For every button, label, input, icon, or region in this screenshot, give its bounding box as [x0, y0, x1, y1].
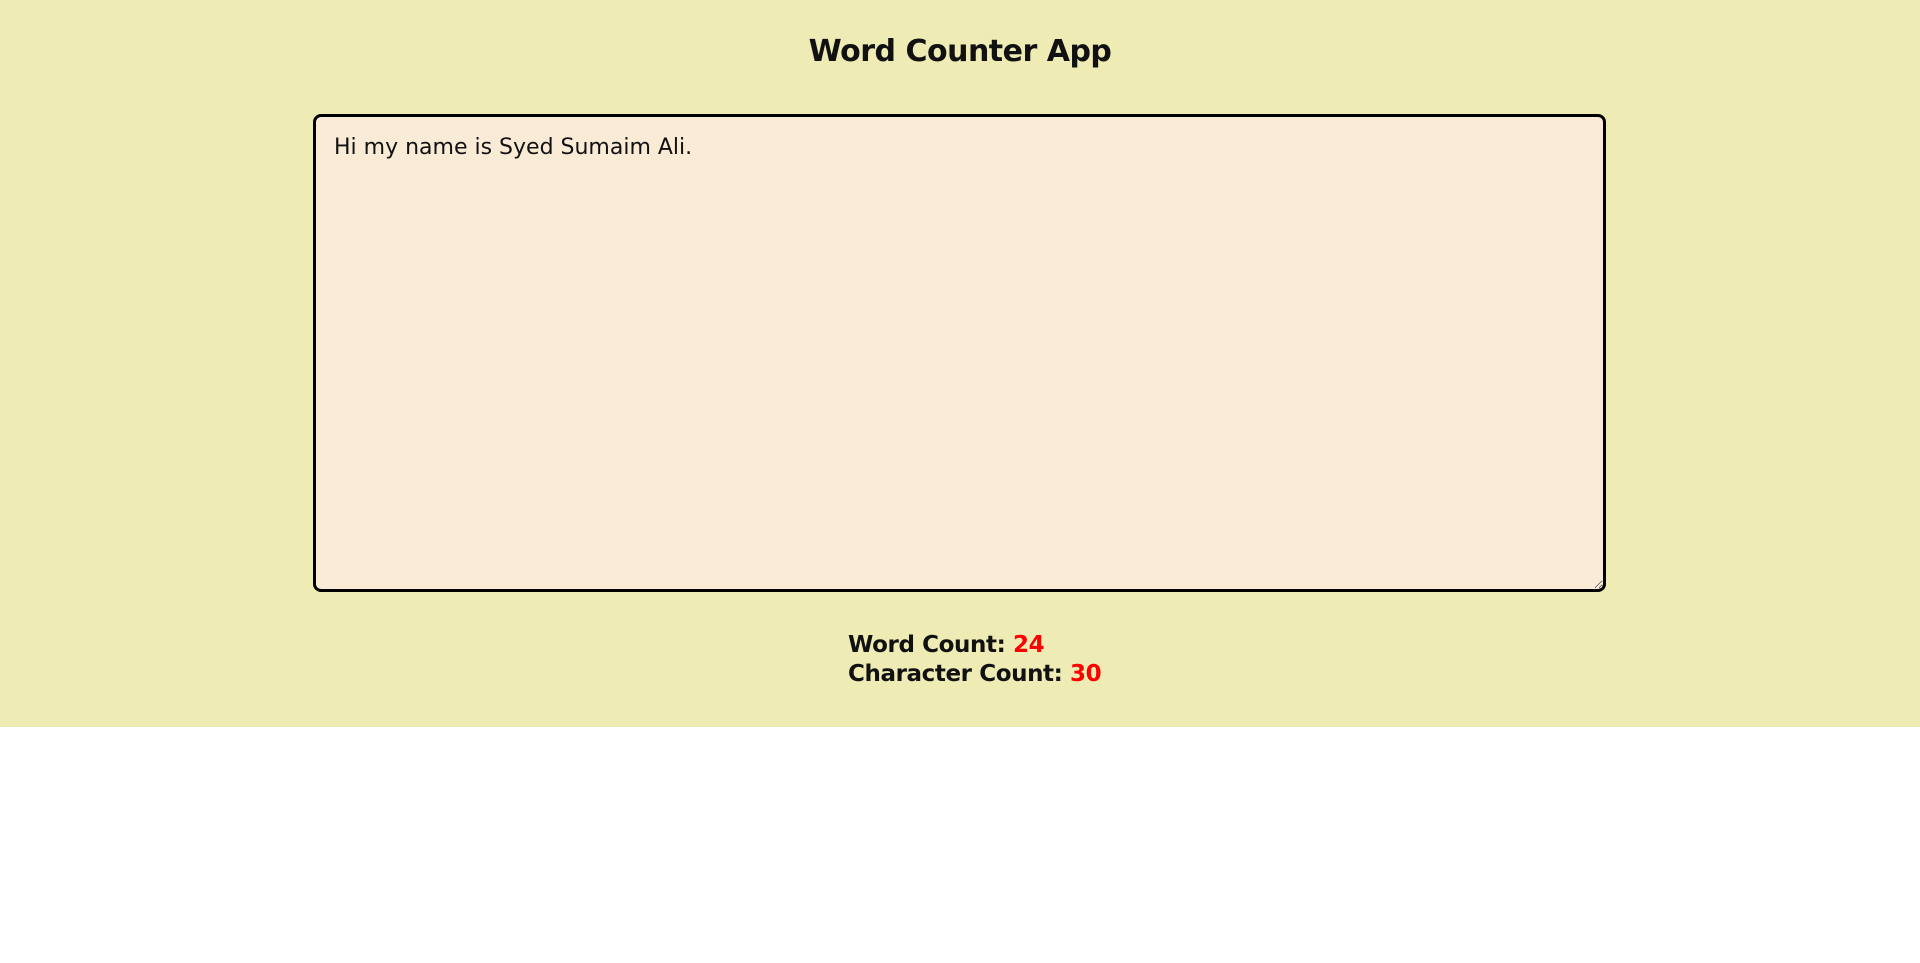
word-count-row: Word Count: 24	[848, 631, 1101, 660]
text-input[interactable]: Hi my name is Syed Sumaim Ali.	[313, 114, 1606, 592]
stats-panel: Word Count: 24 Character Count: 30	[848, 631, 1102, 689]
word-count-value: 24	[1013, 632, 1045, 658]
app-container: Word Counter App Hi my name is Syed Suma…	[0, 0, 1920, 727]
character-count-label: Character Count:	[848, 661, 1071, 687]
page-title: Word Counter App	[808, 34, 1112, 69]
word-count-label: Word Count:	[848, 632, 1013, 658]
character-count-row: Character Count: 30	[848, 660, 1102, 689]
character-count-value: 30	[1070, 661, 1102, 687]
